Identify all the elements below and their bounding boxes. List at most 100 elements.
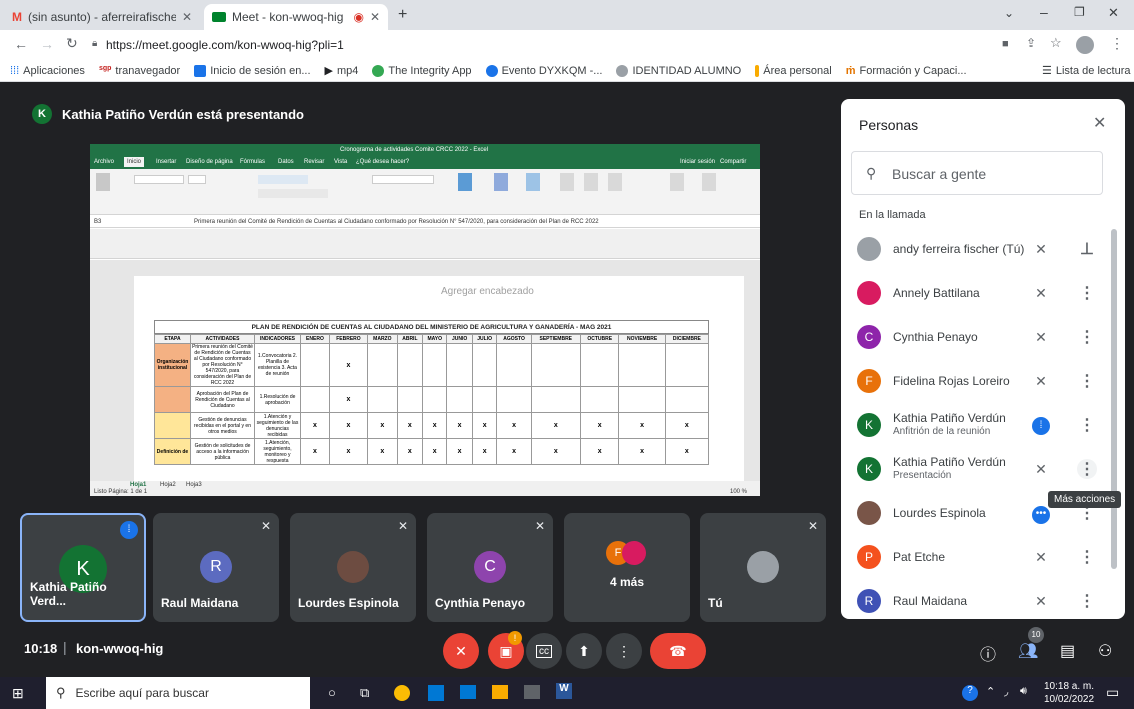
new-tab-button[interactable]: + (398, 6, 407, 24)
month-cell[interactable] (618, 343, 666, 387)
month-cell[interactable]: x (579, 438, 620, 465)
network-icon[interactable]: ◞ (1004, 685, 1008, 698)
month-cell[interactable] (396, 343, 424, 387)
mic-toggle-button[interactable]: ✕ (443, 633, 479, 669)
month-cell[interactable] (471, 343, 498, 387)
chrome-icon[interactable] (394, 685, 410, 701)
month-cell[interactable] (367, 386, 398, 413)
bookmark-item[interactable]: Evento DYXKQM -... (485, 64, 602, 77)
month-cell[interactable]: x (496, 438, 532, 465)
menu-archivo[interactable]: Archivo (94, 159, 114, 165)
paste-icon[interactable] (96, 173, 110, 191)
number-format-field[interactable] (372, 175, 434, 184)
windows-start-icon[interactable]: ⊞ (12, 685, 24, 702)
menu-insertar[interactable]: Insertar (156, 159, 176, 165)
pin-icon[interactable]: ⊥ (1077, 239, 1097, 259)
delete-cells-icon[interactable] (584, 173, 598, 191)
cell-styles-icon[interactable] (526, 173, 540, 191)
more-actions-icon[interactable]: ⋮ (1077, 283, 1097, 303)
task-view-icon[interactable]: ⧉ (360, 685, 369, 701)
month-cell[interactable] (579, 343, 620, 387)
bookmark-item[interactable]: Área personal (755, 64, 832, 77)
app-icon[interactable] (524, 685, 540, 699)
month-cell[interactable] (422, 343, 448, 387)
sort-filter-icon[interactable] (670, 173, 684, 191)
close-window-button[interactable]: ✕ (1108, 5, 1119, 21)
month-cell[interactable]: x (579, 412, 620, 439)
word-icon[interactable]: W (556, 683, 572, 699)
maximize-button[interactable]: ❐ (1074, 5, 1085, 19)
wrap-text-button[interactable] (258, 175, 308, 184)
help-icon[interactable]: ? (962, 685, 978, 701)
month-cell[interactable]: x (328, 438, 369, 465)
month-cell[interactable] (496, 386, 532, 413)
participant-row[interactable]: K Kathia Patiño Verdún Anfitrión de la reu… (841, 403, 1125, 447)
bookmark-star-icon[interactable]: ☆ (1050, 35, 1062, 51)
close-tab-icon[interactable]: ✕ (182, 10, 192, 24)
more-actions-icon[interactable]: ⋮ (1077, 415, 1097, 435)
mic-off-icon[interactable]: ✕ (1031, 373, 1051, 390)
menu-tell-me[interactable]: ¿Qué desea hacer? (356, 159, 409, 165)
table-cell[interactable]: Aprobación del Plan de Rendición de Cuen… (190, 386, 255, 413)
bookmark-item[interactable]: sgp tranavegador (98, 64, 180, 77)
mic-off-icon[interactable]: ✕ (1031, 549, 1051, 566)
captions-button[interactable]: cc (526, 633, 562, 669)
month-cell[interactable] (300, 386, 330, 413)
conditional-format-icon[interactable] (458, 173, 472, 191)
bookmark-item[interactable]: ṁ Formación y Capaci... (846, 65, 967, 77)
people-icon[interactable]: 👥︎ (1018, 641, 1038, 661)
month-cell[interactable] (530, 343, 581, 387)
lock-icon[interactable]: 🔒︎ (92, 38, 97, 49)
month-cell[interactable] (446, 343, 473, 387)
sheet-tab[interactable]: Hoja1 (130, 482, 146, 488)
mic-off-icon[interactable]: ✕ (1031, 593, 1051, 610)
menu-vista[interactable]: Vista (334, 159, 347, 165)
table-cell[interactable] (154, 412, 191, 439)
month-cell[interactable] (530, 386, 581, 413)
present-button[interactable]: ⬆ (566, 633, 602, 669)
font-size-field[interactable] (188, 175, 206, 184)
participant-row[interactable]: R Raul Maidana ✕ ⋮ (841, 579, 1125, 619)
reload-icon[interactable]: ↻ (66, 35, 78, 52)
more-options-button[interactable]: ⋮ (606, 633, 642, 669)
participant-row[interactable]: Annely Battilana ✕ ⋮ (841, 271, 1125, 315)
menu-revisar[interactable]: Revisar (304, 159, 324, 165)
month-cell[interactable]: x (422, 412, 448, 439)
minimize-button[interactable]: – (1040, 4, 1048, 20)
month-cell[interactable]: x (446, 438, 473, 465)
tile-kathia[interactable]: K ⁞ Kathia Patiño Verd... (20, 513, 146, 622)
month-cell[interactable]: x (396, 438, 424, 465)
more-actions-icon[interactable]: ⋮ (1077, 547, 1097, 567)
mail-icon[interactable] (460, 685, 476, 699)
bookmark-item[interactable]: IDENTIDAD ALUMNO (616, 64, 741, 77)
tile-cynthia[interactable]: C ✕ Cynthia Penayo (427, 513, 553, 622)
menu-inicio[interactable]: Inicio (124, 157, 145, 167)
table-cell[interactable]: Definición de (154, 438, 191, 465)
tab-search-icon[interactable]: ⌄ (1004, 6, 1014, 20)
close-panel-icon[interactable]: ✕ (1093, 113, 1106, 133)
month-cell[interactable] (471, 386, 498, 413)
find-select-icon[interactable] (702, 173, 716, 191)
mic-off-icon[interactable]: ✕ (1031, 329, 1051, 346)
back-icon[interactable]: ← (14, 36, 28, 52)
month-cell[interactable]: x (328, 343, 369, 387)
month-cell[interactable] (618, 386, 666, 413)
month-cell[interactable]: x (328, 412, 369, 439)
explorer-icon[interactable] (492, 685, 508, 699)
participant-row[interactable]: F Fidelina Rojas Loreiro ✕ ⋮ (841, 359, 1125, 403)
tab-gmail[interactable]: M (sin asunto) - aferreirafischer@gr ✕ (4, 4, 200, 30)
bookmark-item[interactable]: Inicio de sesión en... (194, 64, 311, 77)
close-tab-icon[interactable]: ✕ (370, 10, 380, 24)
month-cell[interactable] (367, 343, 398, 387)
leave-call-button[interactable]: ☎ (650, 633, 706, 669)
participant-row[interactable]: K Kathia Patiño Verdún Presentación ✕ ⋮ (841, 447, 1125, 491)
more-actions-icon[interactable]: ⋮ (1077, 591, 1097, 611)
participant-row[interactable]: C Cynthia Penayo ✕ ⋮ (841, 315, 1125, 359)
volume-icon[interactable]: 🔊︎ (1020, 685, 1027, 698)
camera-icon[interactable]: ■ (1002, 38, 1009, 50)
month-cell[interactable]: x (446, 412, 473, 439)
more-actions-icon[interactable]: ⋮ (1077, 459, 1097, 479)
month-cell[interactable]: x (367, 438, 398, 465)
add-header-hint[interactable]: Agregar encabezado (441, 286, 534, 297)
excel-signin[interactable]: Iniciar sesión (680, 159, 715, 165)
